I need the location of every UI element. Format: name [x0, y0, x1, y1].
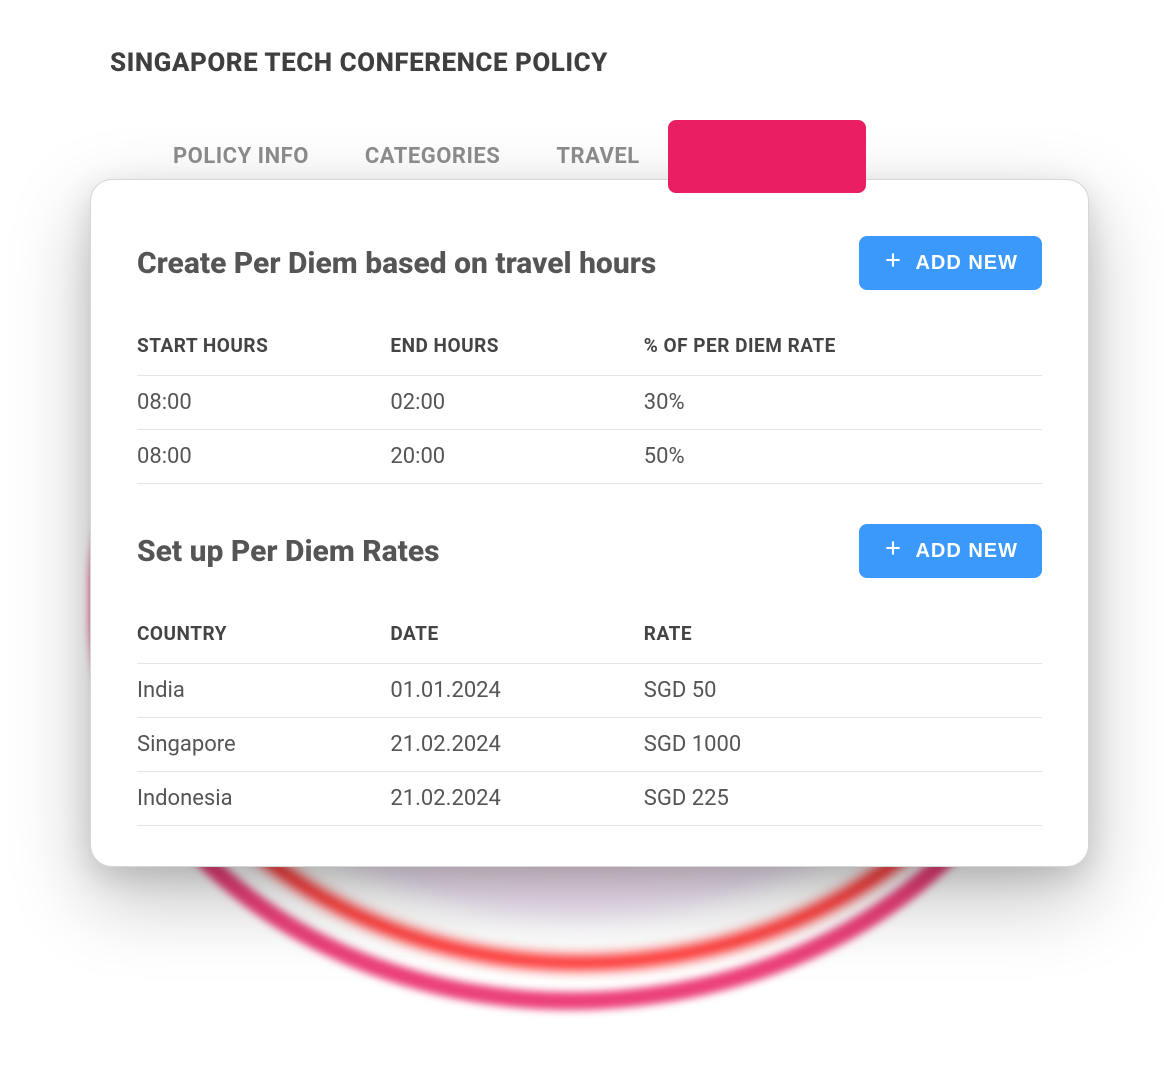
cell-pct: 50% [644, 430, 1042, 484]
add-new-hours-button[interactable]: ADD NEW [859, 236, 1042, 290]
table-row[interactable]: 08:00 20:00 50% [137, 430, 1042, 484]
col-country: COUNTRY [137, 622, 390, 664]
plus-icon [883, 538, 903, 564]
col-date: DATE [390, 622, 643, 664]
cell-rate: SGD 225 [644, 772, 1042, 826]
tabs: POLICY INFO CATEGORIES TRAVEL PER DIEM [145, 120, 1164, 193]
col-start-hours: START HOURS [137, 334, 390, 376]
cell-country: India [137, 664, 390, 718]
cell-end: 20:00 [390, 430, 643, 484]
rates-table: COUNTRY DATE RATE India 01.01.2024 SGD 5… [137, 622, 1042, 826]
col-end-hours: END HOURS [390, 334, 643, 376]
table-row[interactable]: Singapore 21.02.2024 SGD 1000 [137, 718, 1042, 772]
cell-rate: SGD 50 [644, 664, 1042, 718]
section-hours: Create Per Diem based on travel hours AD… [137, 236, 1042, 484]
table-row[interactable]: Indonesia 21.02.2024 SGD 225 [137, 772, 1042, 826]
cell-country: Singapore [137, 718, 390, 772]
table-row[interactable]: India 01.01.2024 SGD 50 [137, 664, 1042, 718]
cell-date: 21.02.2024 [390, 718, 643, 772]
add-new-rates-button[interactable]: ADD NEW [859, 524, 1042, 578]
cell-country: Indonesia [137, 772, 390, 826]
add-new-label: ADD NEW [915, 540, 1018, 563]
cell-pct: 30% [644, 376, 1042, 430]
cell-end: 02:00 [390, 376, 643, 430]
table-row[interactable]: 08:00 02:00 30% [137, 376, 1042, 430]
cell-date: 01.01.2024 [390, 664, 643, 718]
section-hours-title: Create Per Diem based on travel hours [137, 246, 656, 281]
add-new-label: ADD NEW [915, 252, 1018, 275]
hours-table: START HOURS END HOURS % OF PER DIEM RATE… [137, 334, 1042, 484]
col-pct: % OF PER DIEM RATE [644, 334, 1042, 376]
page-title: SINGAPORE TECH CONFERENCE POLICY [110, 48, 1164, 78]
cell-start: 08:00 [137, 376, 390, 430]
cell-start: 08:00 [137, 430, 390, 484]
content-card: Create Per Diem based on travel hours AD… [90, 179, 1089, 867]
section-rates: Set up Per Diem Rates ADD NEW COUNTRY DA… [137, 524, 1042, 826]
cell-rate: SGD 1000 [644, 718, 1042, 772]
tab-categories[interactable]: CATEGORIES [337, 126, 528, 187]
tab-per-diem[interactable]: PER DIEM [668, 120, 866, 193]
col-rate: RATE [644, 622, 1042, 664]
tab-travel[interactable]: TRAVEL [528, 126, 667, 187]
section-rates-title: Set up Per Diem Rates [137, 534, 440, 569]
cell-date: 21.02.2024 [390, 772, 643, 826]
plus-icon [883, 250, 903, 276]
tab-policy-info[interactable]: POLICY INFO [145, 126, 337, 187]
